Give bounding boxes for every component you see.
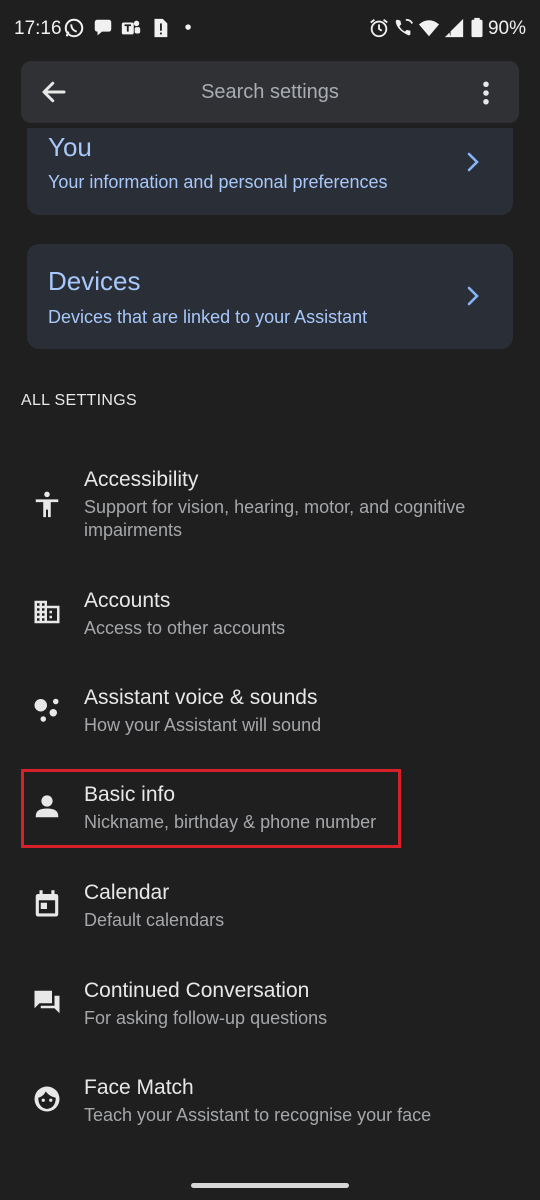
wifi-calling-icon <box>395 18 414 36</box>
status-time: 17:16 <box>14 18 62 39</box>
chat-icon <box>94 19 112 36</box>
battery-icon <box>471 17 483 38</box>
you-card-subtitle: Your information and personal preference… <box>48 172 388 192</box>
building-icon <box>34 600 60 624</box>
sim-alert-icon <box>154 18 168 38</box>
setting-subtitle: For asking follow-up questions <box>84 1008 328 1028</box>
chevron-right-icon <box>467 286 479 306</box>
status-bar: 17:16 H 90% <box>0 0 540 58</box>
search-bar[interactable]: Search settings <box>21 61 519 123</box>
whatsapp-icon <box>64 18 84 38</box>
search-input[interactable]: Search settings <box>21 81 519 104</box>
setting-title: Accounts <box>84 589 171 612</box>
setting-subtitle: Default calendars <box>84 910 225 930</box>
setting-title: Accessibility <box>84 468 199 491</box>
setting-subtitle: Support for vision, hearing, motor, and … <box>84 497 466 540</box>
setting-row-calendar[interactable]: Calendar Default calendars <box>0 875 540 945</box>
setting-title: Calendar <box>84 881 170 904</box>
setting-row-face-match[interactable]: Face Match Teach your Assistant to recog… <box>0 1070 540 1140</box>
setting-title: Assistant voice & sounds <box>84 686 318 709</box>
setting-title: Face Match <box>84 1076 194 1099</box>
highlight-annotation-box <box>21 769 401 848</box>
setting-row-assistant-voice[interactable]: Assistant voice & sounds How your Assist… <box>0 680 540 750</box>
setting-subtitle: Access to other accounts <box>84 618 286 638</box>
more-vert-icon[interactable] <box>471 78 501 108</box>
setting-title: Continued Conversation <box>84 979 310 1002</box>
you-card-title: You <box>48 132 92 162</box>
battery-percent: 90% <box>487 18 526 39</box>
wifi-icon <box>418 20 440 37</box>
gesture-nav-handle[interactable] <box>191 1183 349 1188</box>
section-header-all-settings: ALL SETTINGS <box>21 392 137 409</box>
alarm-icon <box>370 19 388 38</box>
setting-row-accessibility[interactable]: Accessibility Support for vision, hearin… <box>0 462 540 552</box>
devices-card-subtitle: Devices that are linked to your Assistan… <box>48 307 368 327</box>
devices-card-title: Devices <box>48 266 141 296</box>
accessibility-icon <box>35 491 59 518</box>
you-card[interactable]: You Your information and personal prefer… <box>27 128 513 215</box>
signal-icon: H <box>444 18 464 37</box>
setting-row-continued-conversation[interactable]: Continued Conversation For asking follow… <box>0 973 540 1043</box>
face-icon <box>34 1086 60 1112</box>
setting-subtitle: Teach your Assistant to recognise your f… <box>84 1105 432 1125</box>
chevron-right-icon <box>467 152 479 172</box>
setting-row-accounts[interactable]: Accounts Access to other accounts <box>0 583 540 653</box>
assistant-dots-icon <box>34 698 59 722</box>
chat-bubbles-icon <box>34 990 60 1014</box>
svg-text:H: H <box>446 28 452 37</box>
calendar-icon <box>35 890 59 917</box>
setting-subtitle: How your Assistant will sound <box>84 715 322 735</box>
dot-icon <box>185 24 191 30</box>
devices-card[interactable]: Devices Devices that are linked to your … <box>27 244 513 349</box>
teams-icon <box>121 20 141 35</box>
